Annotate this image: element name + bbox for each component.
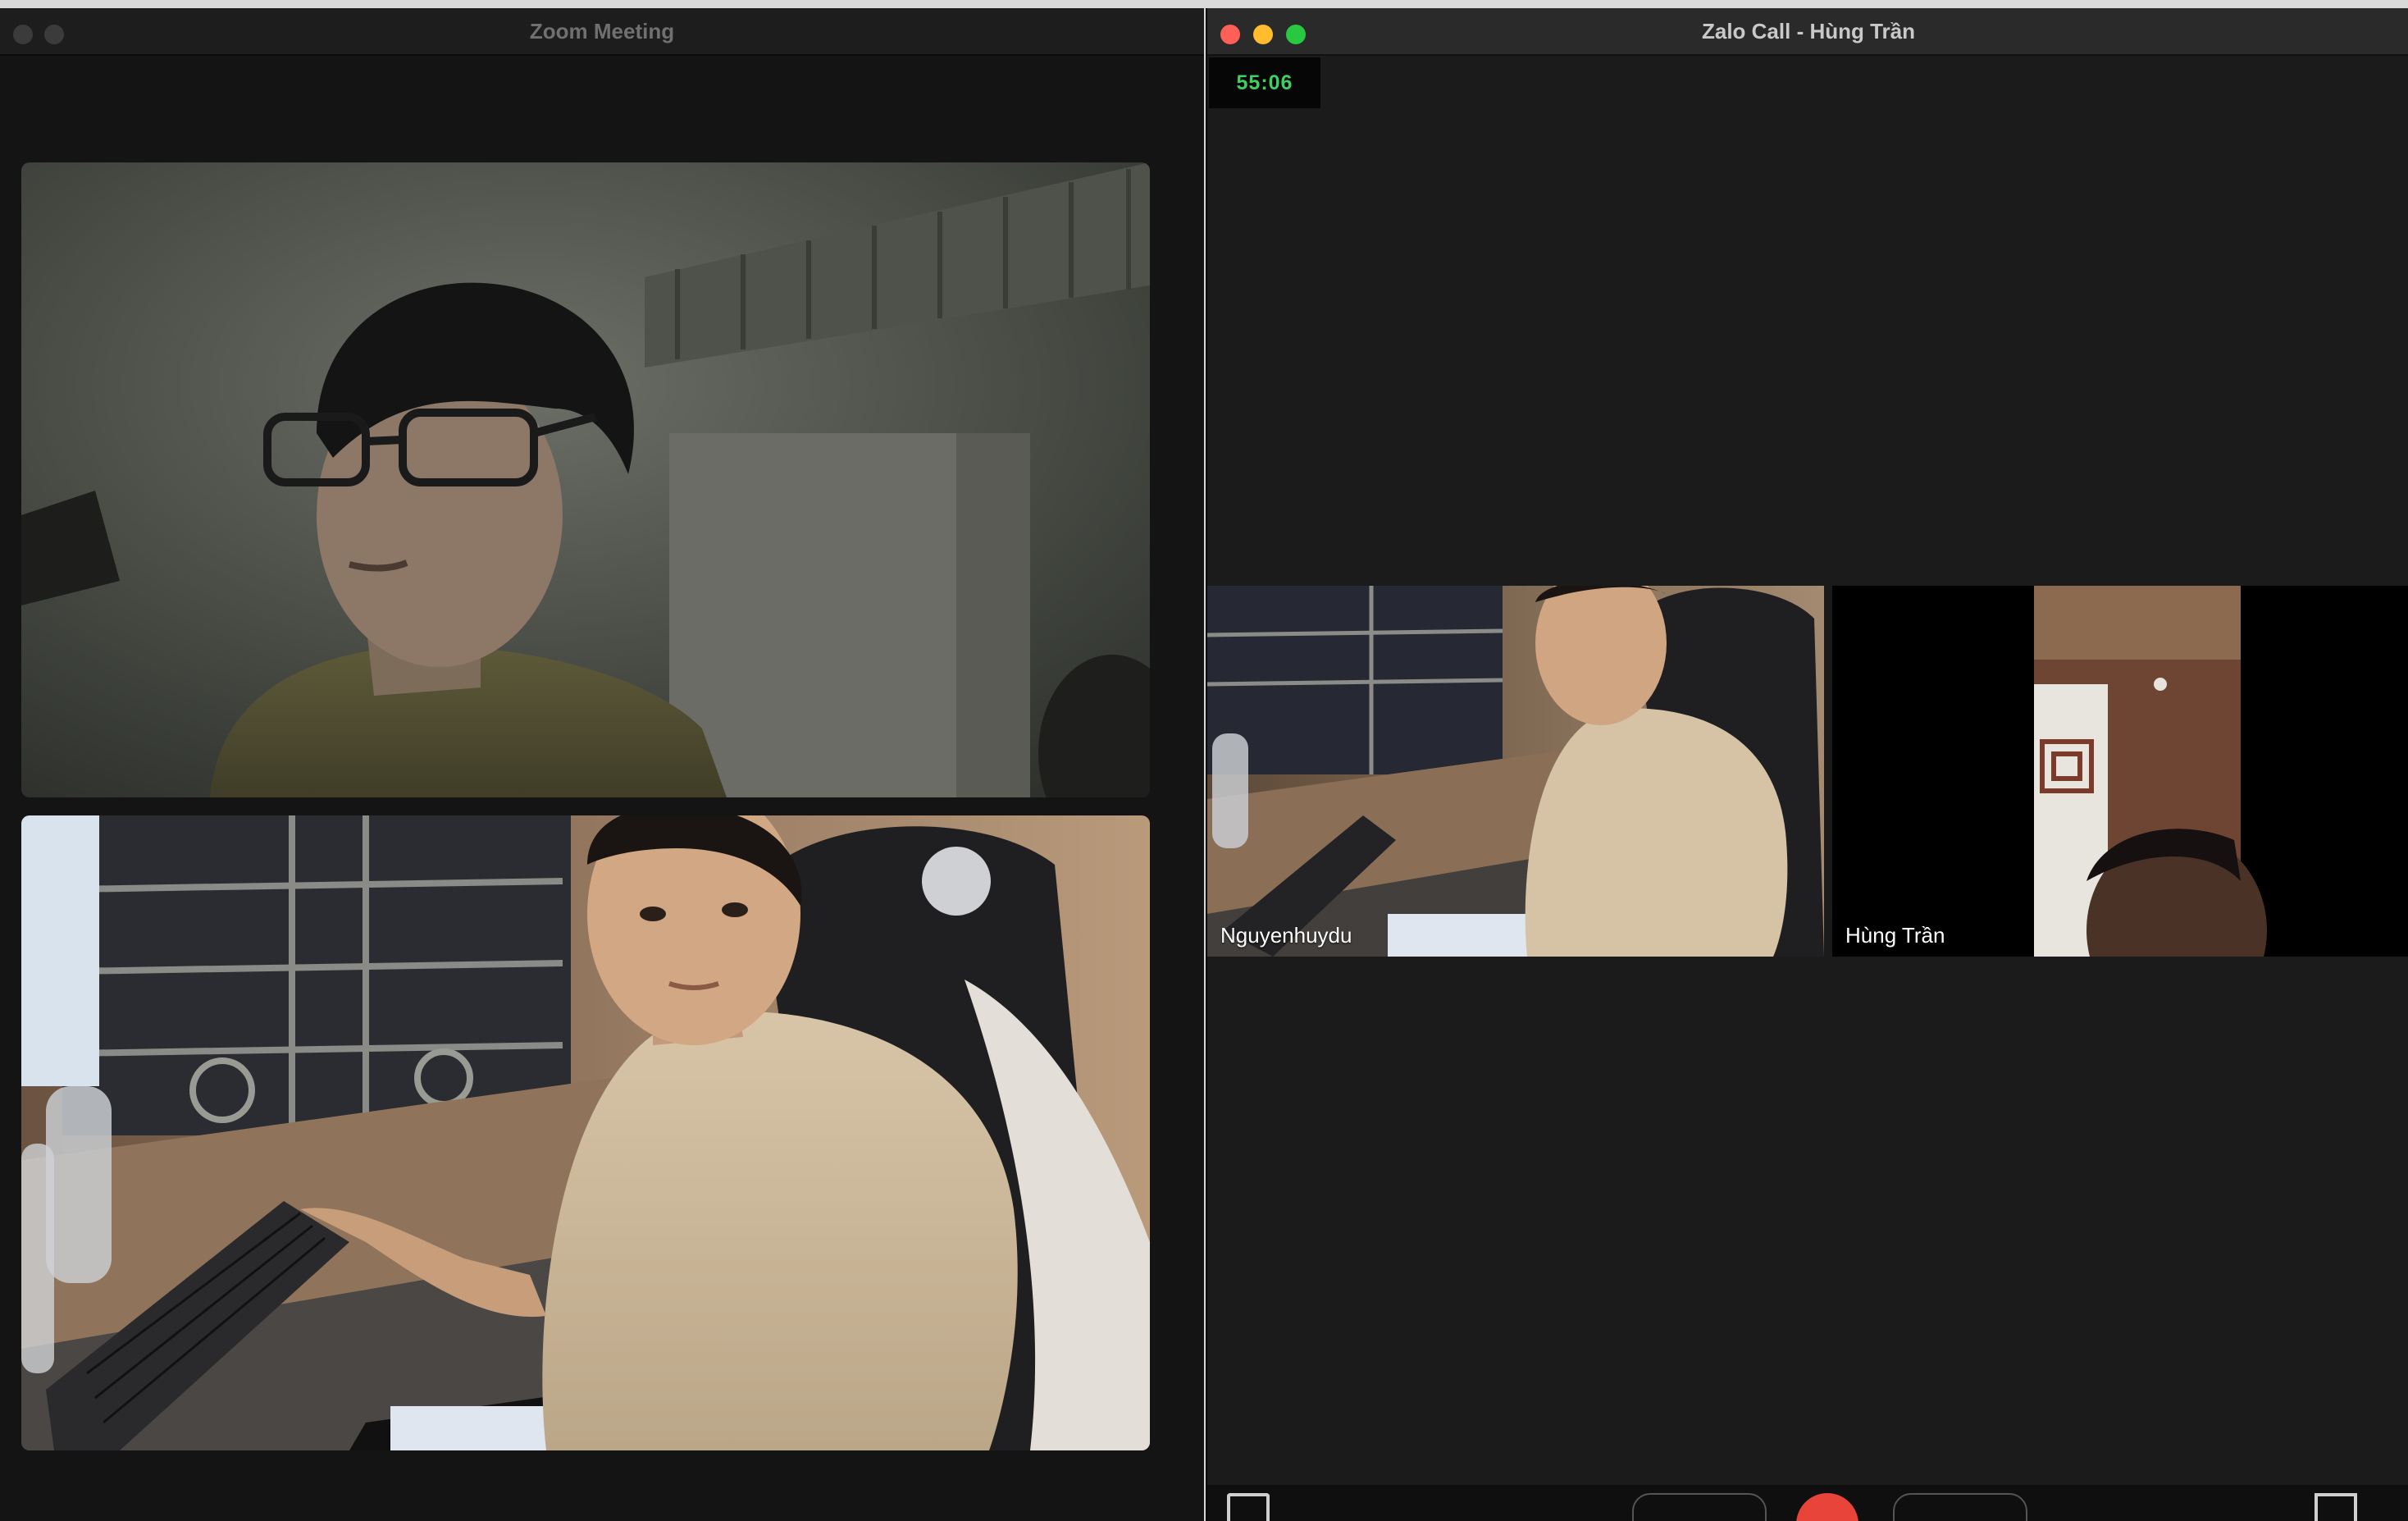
- call-control-bar: [1207, 1485, 2408, 1521]
- call-timer: 55:06: [1209, 57, 1320, 108]
- zalo-titlebar[interactable]: Zalo Call - Hùng Trần: [1207, 8, 2408, 56]
- participant-name: Hùng Trần: [1845, 923, 1945, 948]
- close-button[interactable]: [13, 25, 33, 44]
- video-feed: [21, 815, 1150, 1450]
- zoom-titlebar[interactable]: Zoom Meeting: [0, 8, 1204, 56]
- video-feed: [1207, 586, 1824, 957]
- video-tile-nguyenhuydu[interactable]: Nguyenhuydu: [1207, 586, 1824, 957]
- window-title: Zoom Meeting: [529, 18, 675, 43]
- layout-icon[interactable]: [2315, 1493, 2357, 1521]
- zalo-call-window: Zalo Call - Hùng Trần 55:06 Nguyenhuydu …: [1206, 8, 2408, 1521]
- minimize-button[interactable]: [44, 25, 64, 44]
- camera-toggle-button[interactable]: [1632, 1493, 1767, 1521]
- microphone-toggle-button[interactable]: [1893, 1493, 2027, 1521]
- end-call-button[interactable]: [1796, 1493, 1858, 1521]
- video-tile-participant-2[interactable]: [21, 815, 1150, 1450]
- zoom-meeting-window: Zoom Meeting: [0, 8, 1204, 1521]
- fullscreen-button[interactable]: [1286, 25, 1306, 44]
- video-feed: [1832, 586, 2408, 957]
- video-feed: [21, 162, 1150, 797]
- participant-name: Nguyenhuydu: [1220, 923, 1352, 948]
- video-tile-participant-1[interactable]: [21, 162, 1150, 797]
- chat-icon[interactable]: [1227, 1493, 1270, 1521]
- video-tile-hung-tran[interactable]: Hùng Trần: [1832, 586, 2408, 957]
- close-button[interactable]: [1220, 25, 1240, 44]
- minimize-button[interactable]: [1253, 25, 1273, 44]
- window-title: Zalo Call - Hùng Trần: [1701, 18, 1915, 43]
